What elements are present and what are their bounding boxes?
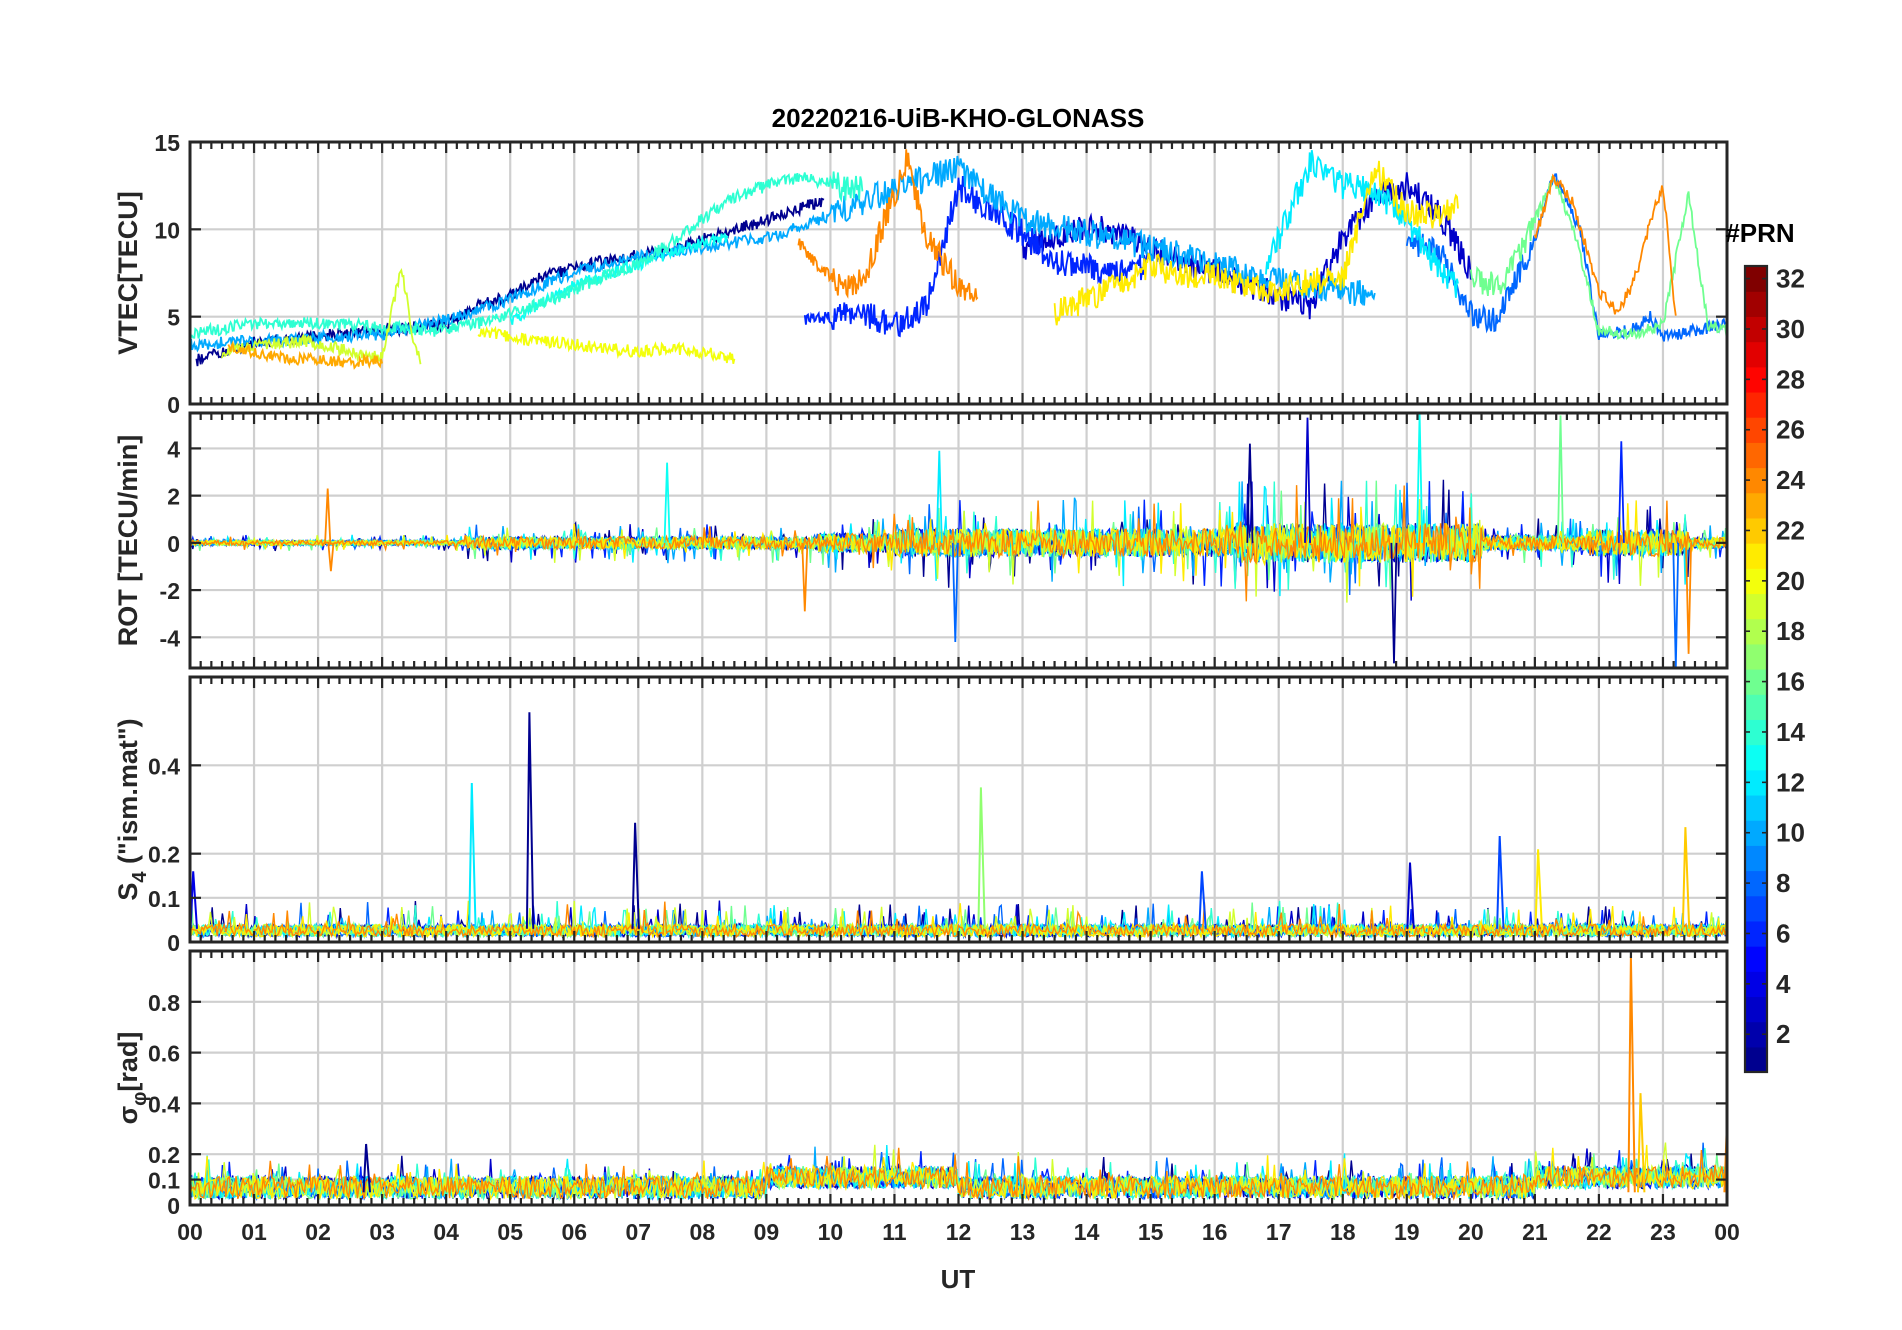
colorbar-segment [1745, 996, 1767, 1023]
colorbar-tick-label: 22 [1776, 515, 1805, 545]
colorbar-segment [1745, 744, 1767, 771]
colorbar-segment [1745, 1046, 1767, 1073]
colorbar-segment [1745, 543, 1767, 569]
y-tick-label: 0.2 [148, 842, 180, 868]
y-tick-label: -2 [160, 578, 180, 604]
panel-sigma_phi: 00.10.2 0.4 0.6 0.8 σφ[rad] [113, 949, 1729, 1219]
colorbar-segment [1745, 492, 1767, 519]
colorbar-segment [1745, 391, 1767, 418]
x-tick-label: 16 [1202, 1219, 1228, 1245]
panel-vtec: 0 5 10 15 VTEC[TECU] [113, 130, 1729, 418]
x-tick-label: 22 [1586, 1219, 1612, 1245]
colorbar-segment [1745, 291, 1767, 317]
y-tick-label: 0.2 [148, 1142, 180, 1168]
colorbar-segment [1745, 341, 1767, 368]
y-tick-label: 4 [167, 436, 180, 462]
x-tick-label: 21 [1522, 1219, 1548, 1245]
plot-panels: 051015VTEC[TECU]-4-2024ROT [TECU/min]00.… [113, 130, 1740, 1245]
colorbar-tick-label: 28 [1776, 364, 1805, 394]
y-axis-label-subscript: φ [129, 1092, 151, 1106]
y-tick-label: 0.4 [148, 1091, 180, 1117]
colorbar-tick-label: 18 [1776, 616, 1805, 646]
colorbar-tick-label: 4 [1776, 969, 1791, 999]
y-tick-label: 0.4 [148, 753, 180, 779]
colorbar-segment [1745, 895, 1767, 922]
x-tick-label: 20 [1458, 1219, 1484, 1245]
y-tick-label: 0 [167, 930, 180, 956]
colorbar-segment [1745, 794, 1767, 821]
y-axis-label-main: σ [113, 1106, 143, 1124]
x-tick-label: 14 [1074, 1219, 1100, 1245]
y-tick-label: -4 [160, 625, 181, 651]
colorbar-tick-label: 20 [1776, 566, 1805, 596]
x-tick-label: 01 [241, 1219, 267, 1245]
y-tick-label: 15 [154, 130, 180, 156]
x-tick-label: 09 [754, 1219, 780, 1245]
panel-s4: 00.10.20.4S4 ("ism.mat") [113, 675, 1729, 956]
y-axis-label-main: S [113, 883, 143, 901]
x-tick-label: 04 [433, 1219, 459, 1245]
x-tick-label: 08 [690, 1219, 716, 1245]
x-tick-label: 00 [1714, 1219, 1740, 1245]
x-tick-label: 18 [1330, 1219, 1356, 1245]
y-tick-label: 0 [167, 1193, 180, 1219]
colorbar-tick-label: 26 [1776, 415, 1805, 445]
y-axis-label: VTEC[TECU] [113, 191, 143, 355]
y-axis-label-rest: ("ism.mat") [113, 718, 143, 871]
y-tick-label: 10 [154, 217, 180, 243]
x-tick-label: 00 [177, 1219, 203, 1245]
x-tick-label: 17 [1266, 1219, 1292, 1245]
x-tick-label: 12 [946, 1219, 972, 1245]
colorbar-tick-label: 10 [1776, 818, 1805, 848]
chart-title: 20220216-UiB-KHO-GLONASS [772, 103, 1145, 133]
x-tick-label: 10 [818, 1219, 844, 1245]
colorbar-tick-label: 24 [1776, 465, 1805, 495]
x-tick-label: 05 [497, 1219, 523, 1245]
x-tick-label: 03 [369, 1219, 395, 1245]
x-tick-label: 02 [305, 1219, 331, 1245]
panel-rot: -4 -2 0 2 4 ROT [TECU/min] [113, 411, 1729, 670]
colorbar-tick-label: 16 [1776, 667, 1805, 697]
colorbar-segment [1745, 694, 1767, 720]
colorbar-tick-label: 30 [1776, 314, 1805, 344]
colorbar-tick-label: 14 [1776, 717, 1805, 747]
y-axis-label-rest: [rad] [113, 1032, 143, 1092]
x-tick-label: 07 [625, 1219, 651, 1245]
colorbar-tick-label: 8 [1776, 868, 1790, 898]
y-tick-label: 0 [167, 392, 180, 418]
colorbar-tick-label: 6 [1776, 918, 1790, 948]
x-tick-label: 23 [1650, 1219, 1676, 1245]
colorbar-segment [1745, 643, 1767, 670]
y-tick-label: 5 [167, 305, 180, 331]
x-tick-label: 11 [882, 1219, 907, 1245]
x-tick-label: 13 [1010, 1219, 1036, 1245]
y-tick-label: 0.8 [148, 990, 180, 1016]
colorbar-segment [1745, 442, 1767, 469]
x-tick-label: 15 [1138, 1219, 1164, 1245]
figure: 20220216-UiB-KHO-GLONASS 051015VTEC[TECU… [0, 0, 1902, 1330]
colorbar-segment [1745, 946, 1767, 972]
y-tick-label: 0 [167, 531, 180, 557]
colorbar-label: #PRN [1725, 218, 1794, 248]
y-tick-label: 0.1 [148, 886, 180, 912]
x-axis-label: UT [941, 1264, 976, 1294]
x-tick-label: 06 [561, 1219, 587, 1245]
y-axis-label: ROT [TECU/min] [113, 435, 143, 646]
y-tick-label: 2 [167, 484, 180, 510]
colorbar-tick-label: 32 [1776, 264, 1805, 294]
colorbar-segment [1745, 845, 1767, 872]
y-tick-label: 0.1 [148, 1168, 180, 1194]
x-tick-label: 19 [1394, 1219, 1420, 1245]
colorbar-tick-label: 12 [1776, 767, 1805, 797]
colorbar-tick-label: 2 [1776, 1019, 1790, 1049]
y-tick-label: 0.6 [148, 1041, 180, 1067]
colorbar-segment [1745, 593, 1767, 620]
